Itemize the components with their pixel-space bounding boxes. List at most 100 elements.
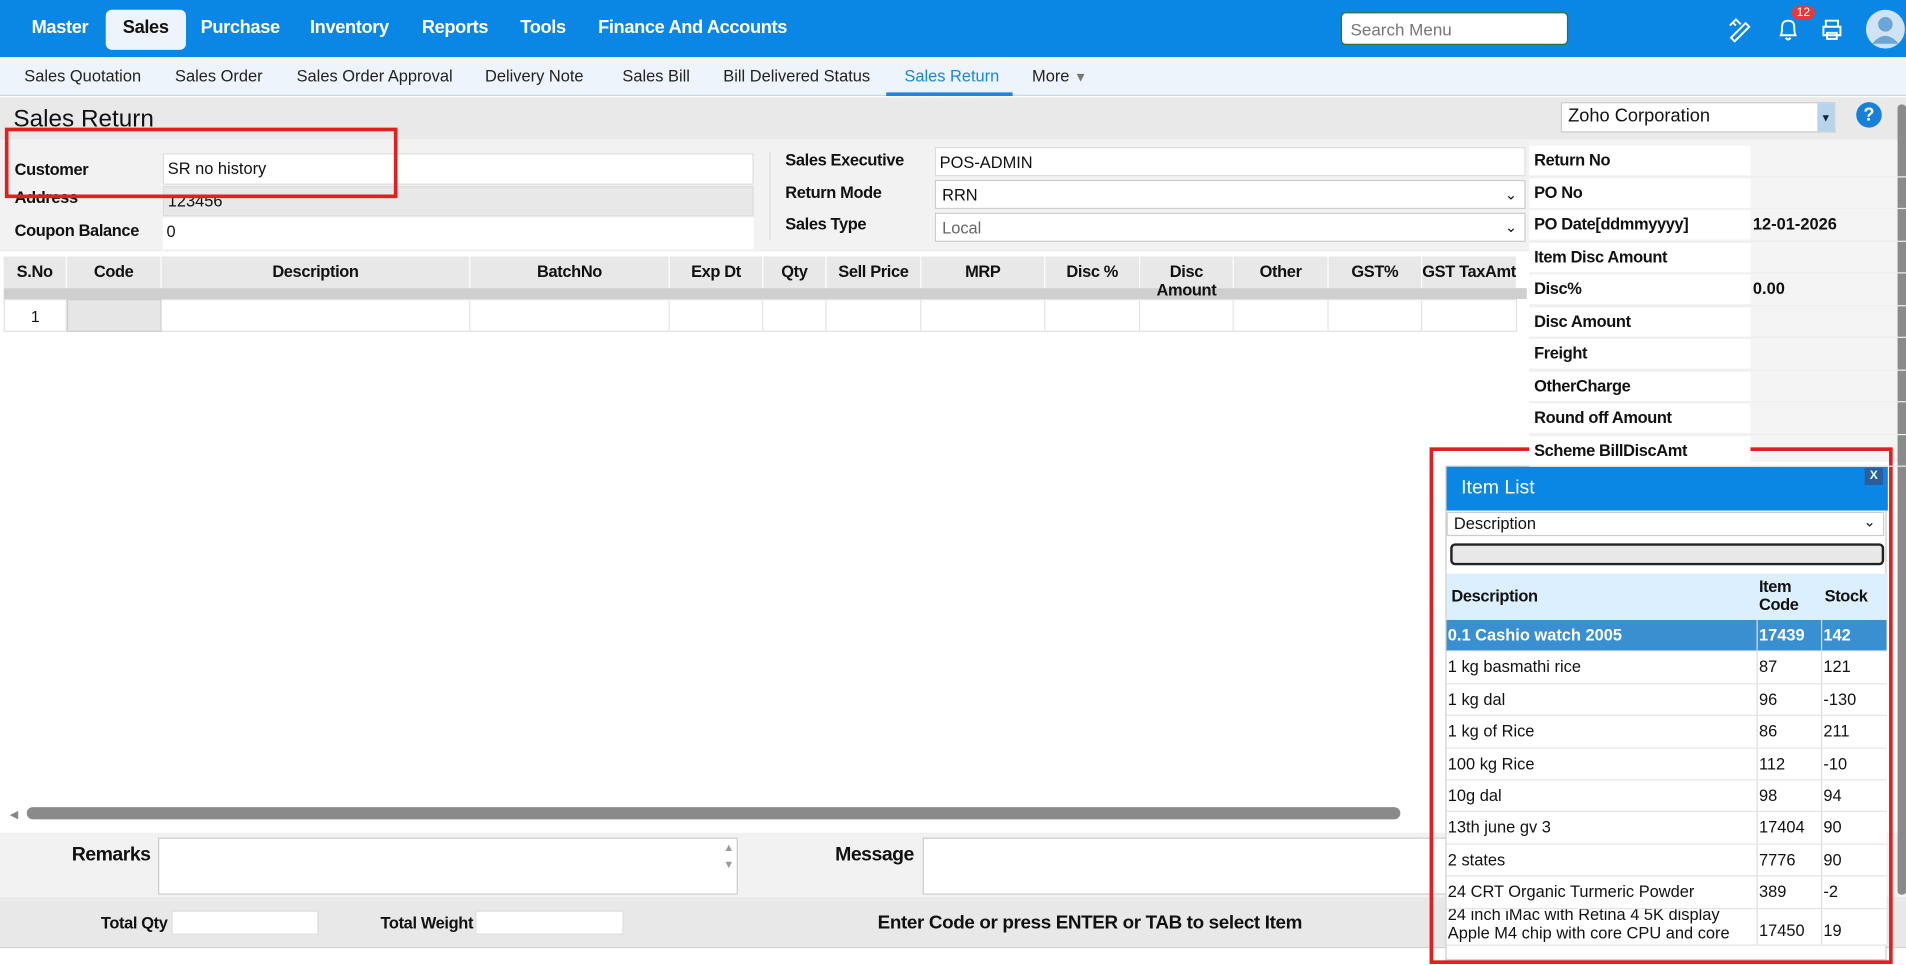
- grid-cell[interactable]: [1140, 299, 1234, 332]
- tab-sales-order-approval[interactable]: Sales Order Approval: [297, 67, 453, 85]
- summary-label: Disc Amount: [1534, 311, 1631, 331]
- item-list-row[interactable]: 0.1 Cashio watch 2005 17439 142: [1446, 619, 1887, 653]
- dropdown-arrow-icon: ▼: [1817, 103, 1835, 132]
- sales-executive-input[interactable]: POS-ADMIN: [934, 147, 1526, 177]
- summary-label: OtherCharge: [1534, 376, 1631, 395]
- grid-cell[interactable]: [1422, 299, 1518, 332]
- divider: [1756, 748, 1758, 780]
- grid-cell[interactable]: [1328, 299, 1423, 332]
- coupon-balance-input[interactable]: 0: [162, 217, 754, 250]
- item-description: 1 kg of Rice: [1447, 722, 1535, 741]
- top-nav-bar: Master Sales Purchase Inventory Reports …: [0, 0, 1906, 58]
- sales-executive-label: Sales Executive: [785, 150, 904, 169]
- item-list-row[interactable]: 1 kg of Rice 86 211: [1446, 716, 1887, 749]
- printer-icon[interactable]: [1820, 17, 1844, 41]
- total-qty-label: Total Qty: [100, 914, 168, 933]
- tab-bill-delivered-status[interactable]: Bill Delivered Status: [723, 67, 870, 85]
- grid-header-cell: Qty: [763, 256, 827, 289]
- nav-purchase[interactable]: Purchase: [201, 17, 281, 38]
- grid-cell[interactable]: 1: [3, 299, 67, 332]
- grid-header-cell: Other: [1233, 256, 1329, 289]
- item-description: 100 kg Rice: [1447, 754, 1535, 773]
- divider: [1756, 619, 1758, 651]
- avatar[interactable]: [1865, 9, 1906, 50]
- summary-row: PO No: [1529, 177, 1906, 210]
- item-list-row[interactable]: 13th june gv 3 17404 90: [1446, 812, 1887, 845]
- tab-sales-return[interactable]: Sales Return: [904, 67, 999, 85]
- company-select[interactable]: Zoho Corporation ▼: [1560, 102, 1836, 133]
- sales-type-value: Local: [942, 218, 982, 238]
- divider: [1756, 716, 1758, 748]
- grid-cell[interactable]: [66, 299, 162, 332]
- tab-more[interactable]: More ▼: [1032, 67, 1087, 85]
- nav-reports[interactable]: Reports: [422, 17, 489, 38]
- scroll-left-icon[interactable]: ◀: [10, 808, 18, 821]
- item-code: 17404: [1758, 818, 1805, 837]
- item-list-row[interactable]: 2 states 7776 90: [1446, 844, 1887, 877]
- message-textarea[interactable]: [922, 837, 1482, 895]
- item-code: 96: [1758, 690, 1778, 709]
- total-weight-input[interactable]: [475, 910, 624, 935]
- sales-return-page: Master Sales Purchase Inventory Reports …: [0, 0, 1906, 965]
- grid-cell[interactable]: [763, 299, 827, 332]
- item-list-row[interactable]: 1 kg dal 96 -130: [1446, 684, 1887, 717]
- item-list-row[interactable]: 100 kg Rice 112 -10: [1446, 748, 1887, 781]
- message-label: Message: [835, 844, 914, 866]
- total-weight-label: Total Weight: [380, 914, 474, 933]
- item-code: 7776: [1758, 850, 1796, 869]
- item-code: 98: [1758, 786, 1778, 805]
- search-menu-input[interactable]: [1340, 12, 1569, 45]
- return-mode-value: RRN: [942, 185, 978, 205]
- grid-cell[interactable]: [1233, 299, 1329, 332]
- summary-row: PO Date[ddmmyyyy] 12-01-2026: [1529, 209, 1906, 242]
- nav-tools[interactable]: Tools: [520, 17, 566, 38]
- summary-label: PO Date[ddmmyyyy]: [1534, 215, 1689, 234]
- summary-value[interactable]: 0.00: [1753, 280, 1785, 298]
- highlight-box: [4, 127, 398, 199]
- item-list-row[interactable]: 24 CRT Organic Turmeric Powder 389 -2: [1446, 876, 1887, 909]
- remarks-textarea[interactable]: ▲ ▼: [158, 837, 738, 895]
- nav-sales[interactable]: Sales: [105, 9, 186, 50]
- item-description: 2 states: [1447, 850, 1506, 869]
- item-code: 86: [1758, 722, 1778, 741]
- grid-cell[interactable]: [1045, 299, 1141, 332]
- grid-header-cell: Description: [161, 256, 471, 289]
- nav-finance-and-accounts[interactable]: Finance And Accounts: [598, 17, 787, 38]
- horizontal-scrollbar[interactable]: [26, 807, 1401, 820]
- grid-cell[interactable]: [161, 299, 471, 332]
- item-list-row[interactable]: 10g dal 98 94: [1446, 780, 1887, 813]
- summary-label: Round off Amount: [1534, 408, 1672, 427]
- divider: [1820, 876, 1823, 908]
- tab-sales-quotation[interactable]: Sales Quotation: [24, 67, 141, 85]
- item-list-row[interactable]: 1 kg basmathi rice 87 121: [1446, 652, 1887, 685]
- nav-inventory[interactable]: Inventory: [310, 17, 389, 38]
- summary-row: Scheme BillDiscAmt: [1529, 435, 1906, 467]
- tab-sales-order[interactable]: Sales Order: [175, 67, 263, 85]
- grid-cell[interactable]: [826, 299, 922, 332]
- divider: [1820, 780, 1823, 812]
- grid-cell[interactable]: [669, 299, 764, 332]
- tab-delivery-note[interactable]: Delivery Note: [485, 67, 584, 85]
- grid-cell[interactable]: [470, 299, 670, 332]
- help-icon[interactable]: ?: [1856, 102, 1882, 128]
- grid-header-cell: MRP: [921, 256, 1046, 289]
- pencil-ruler-icon[interactable]: [1726, 16, 1753, 43]
- divider: [769, 151, 771, 240]
- return-mode-select[interactable]: RRN ⌄: [934, 179, 1526, 210]
- total-qty-input[interactable]: [171, 910, 319, 935]
- sales-type-select[interactable]: Local ⌄: [934, 212, 1526, 242]
- grid-cell[interactable]: [921, 299, 1046, 332]
- textarea-scroll-icon[interactable]: ▲ ▼: [723, 839, 734, 873]
- tab-sales-bill[interactable]: Sales Bill: [622, 67, 690, 85]
- summary-value[interactable]: 12-01-2026: [1753, 215, 1837, 233]
- caret-down-icon: ▼: [1074, 70, 1088, 86]
- bell-icon[interactable]: [1776, 16, 1800, 43]
- summary-label: Disc%: [1534, 279, 1582, 298]
- item-description: 24 CRT Organic Turmeric Powder: [1447, 882, 1695, 901]
- item-list-row[interactable]: 24 inch iMac with Retina 4 5K display Ap…: [1446, 908, 1887, 946]
- item-description: 0.1 Cashio watch 2005: [1447, 626, 1623, 645]
- notification-badge: 12: [1791, 6, 1816, 20]
- nav-master[interactable]: Master: [32, 17, 89, 38]
- item-stock: 90: [1823, 850, 1842, 869]
- divider: [1820, 684, 1823, 716]
